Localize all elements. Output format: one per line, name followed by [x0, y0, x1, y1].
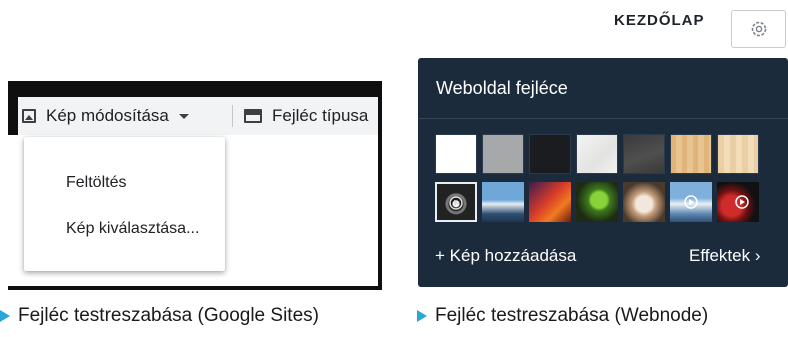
swatch-black[interactable] — [529, 134, 571, 174]
menu-item-select-image[interactable]: Kép kiválasztása... — [66, 220, 199, 238]
swatch-white-texture[interactable] — [576, 134, 618, 174]
photo-thumb-snowy-trees[interactable] — [670, 182, 712, 222]
photo-thumb-mountains[interactable] — [482, 182, 524, 222]
webnode-caption: Fejléc testreszabása (Webnode) — [417, 305, 708, 327]
caption-bullet-icon — [417, 310, 427, 322]
google-sites-caption-text: Fejléc testreszabása (Google Sites) — [18, 305, 319, 326]
nav-home-link[interactable]: KEZDŐLAP — [614, 12, 705, 29]
right-dark-bar — [378, 81, 382, 290]
header-toolbar: Kép módosítása Fejléc típusa — [18, 97, 378, 135]
effects-link[interactable]: Effektek › — [689, 246, 761, 266]
swatch-gray[interactable] — [482, 134, 524, 174]
header-layout-icon — [244, 109, 262, 123]
toolbar-divider — [232, 105, 233, 127]
settings-button[interactable] — [731, 10, 786, 48]
top-dark-bar — [8, 81, 378, 97]
play-icon — [449, 196, 463, 210]
menu-item-upload[interactable]: Feltöltés — [66, 174, 126, 192]
header-type-button[interactable]: Fejléc típusa — [244, 97, 368, 135]
header-settings-panel: Weboldal fejléce + Kép hozzáadása Effekt… — [418, 58, 788, 287]
photo-thumb-red-flower[interactable] — [717, 182, 759, 222]
photo-thumb-lizard[interactable] — [576, 182, 618, 222]
play-icon — [735, 195, 749, 209]
change-image-label: Kép módosítása — [46, 106, 169, 125]
dropdown-caret-icon — [178, 113, 189, 119]
panel-title: Weboldal fejléce — [436, 78, 568, 98]
swatch-light-wood-texture[interactable] — [717, 134, 759, 174]
gear-icon — [751, 21, 766, 37]
swatch-wood-texture[interactable] — [670, 134, 712, 174]
caption-bullet-icon — [0, 310, 10, 322]
header-type-label: Fejléc típusa — [272, 106, 369, 125]
webnode-caption-text: Fejléc testreszabása (Webnode) — [435, 305, 709, 326]
photo-thumb-puppy[interactable] — [623, 182, 665, 222]
change-image-button[interactable]: Kép módosítása — [22, 97, 189, 135]
add-image-link[interactable]: + Kép hozzáadása — [435, 246, 576, 266]
google-sites-caption: Fejléc testreszabása (Google Sites) — [0, 305, 319, 327]
photo-thumb-abstract-red[interactable] — [529, 182, 571, 222]
panel-header: Weboldal fejléce — [418, 58, 788, 119]
play-icon — [684, 195, 698, 209]
photo-thumb-abstract[interactable] — [435, 182, 477, 222]
swatch-dark-texture[interactable] — [623, 134, 665, 174]
change-image-menu: Feltöltés Kép kiválasztása... — [24, 137, 225, 271]
left-dark-bar — [8, 81, 18, 135]
swatch-white[interactable] — [435, 134, 477, 174]
image-icon — [22, 109, 36, 123]
